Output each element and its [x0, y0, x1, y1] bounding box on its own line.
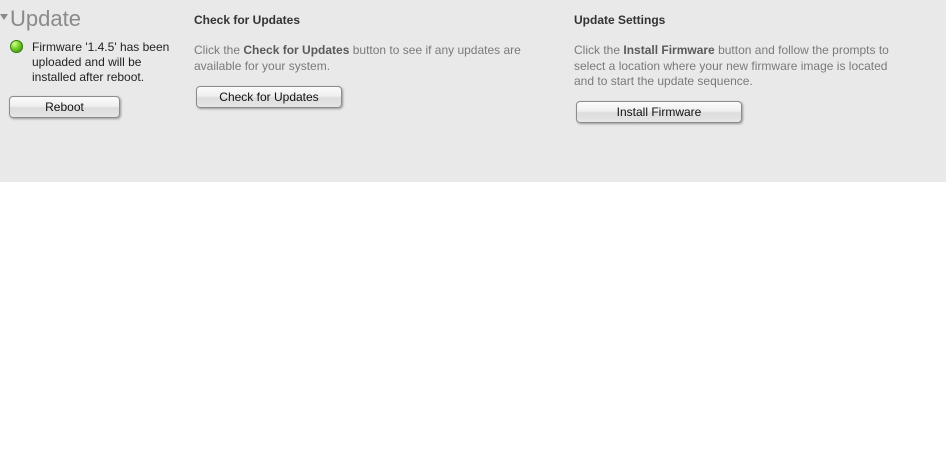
- reboot-button[interactable]: Reboot: [9, 96, 120, 118]
- check-for-updates-heading: Check for Updates: [194, 13, 301, 27]
- status-green-light-icon: [10, 40, 23, 53]
- update-panel: Update Firmware '1.4.5' has been uploade…: [0, 0, 946, 182]
- update-settings-heading: Update Settings: [574, 13, 666, 27]
- install-firmware-button[interactable]: Install Firmware: [576, 101, 742, 123]
- collapse-arrow-icon[interactable]: [0, 14, 8, 20]
- check-for-updates-description: Click the Check for Updates button to se…: [194, 43, 521, 73]
- firmware-status-text: Firmware '1.4.5' has been uploaded and w…: [32, 40, 170, 84]
- page-title: Update: [10, 6, 81, 31]
- update-settings-description: Click the Install Firmware button and fo…: [574, 43, 889, 88]
- check-for-updates-button[interactable]: Check for Updates: [196, 86, 342, 108]
